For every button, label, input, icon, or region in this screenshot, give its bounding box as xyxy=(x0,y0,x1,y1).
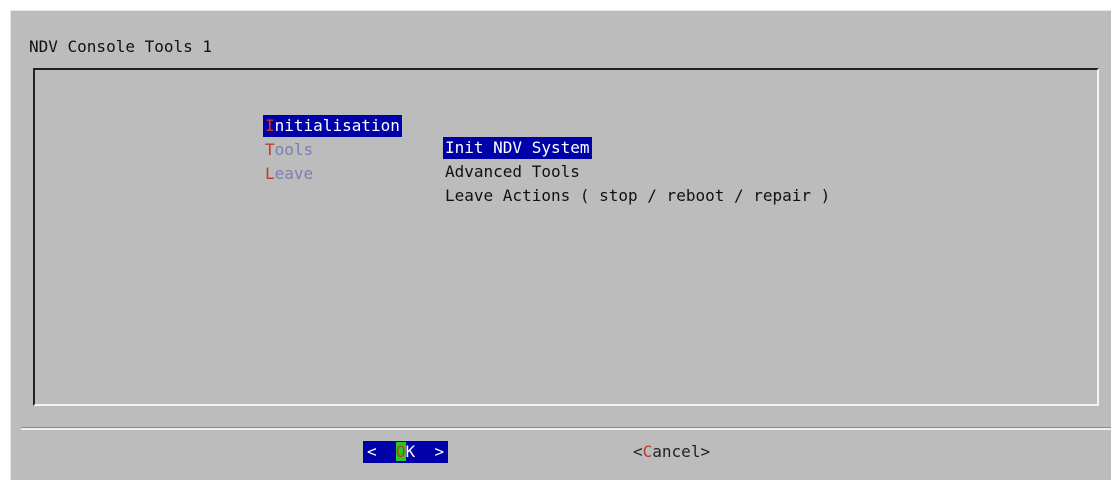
cancel-button[interactable]: <Cancel> xyxy=(633,441,710,463)
dialog-window: NDV Console Tools 1 Initialisation Init … xyxy=(10,10,1111,480)
menu-item-hotkey: T xyxy=(265,140,275,159)
cancel-button-left: < xyxy=(633,442,643,461)
menu-item-tools[interactable]: Tools Advanced Tools xyxy=(35,117,580,181)
menu-item-description[interactable]: Init NDV System xyxy=(443,137,592,159)
button-area-divider xyxy=(21,427,1111,430)
menu-item-leave[interactable]: Leave Leave Actions ( stop / reboot / re… xyxy=(35,141,830,205)
cancel-button-right: ancel> xyxy=(652,442,711,461)
menu-item-tag[interactable]: Leave xyxy=(263,163,315,185)
menu-item-tag-text: ools xyxy=(274,140,314,159)
cancel-button-hotkey: C xyxy=(642,442,653,461)
terminal-screen: NDV Console Tools 1 Initialisation Init … xyxy=(0,0,1111,480)
dialog-title: NDV Console Tools 1 xyxy=(29,37,213,56)
menu-item-tag[interactable]: Initialisation xyxy=(263,115,402,137)
menu-item-description[interactable]: Leave Actions ( stop / reboot / repair ) xyxy=(443,185,832,207)
menu-item-tag-text: nitialisation xyxy=(274,116,400,135)
menu-item-tag[interactable]: Tools xyxy=(263,139,315,161)
ok-button-right: K > xyxy=(405,442,445,461)
menu-item-initialisation[interactable]: Initialisation Init NDV System xyxy=(35,93,592,159)
menu-item-hotkey: L xyxy=(265,164,275,183)
ok-button-left: < xyxy=(367,442,396,461)
ok-button-hotkey: O xyxy=(395,442,406,461)
menu-item-description[interactable]: Advanced Tools xyxy=(443,161,582,183)
menu-item-tag-text: eave xyxy=(274,164,314,183)
menu-list: Initialisation Init NDV System Tools Adv… xyxy=(33,68,1099,406)
ok-button[interactable]: < OK > xyxy=(363,441,449,463)
menu-item-hotkey: I xyxy=(265,116,275,135)
